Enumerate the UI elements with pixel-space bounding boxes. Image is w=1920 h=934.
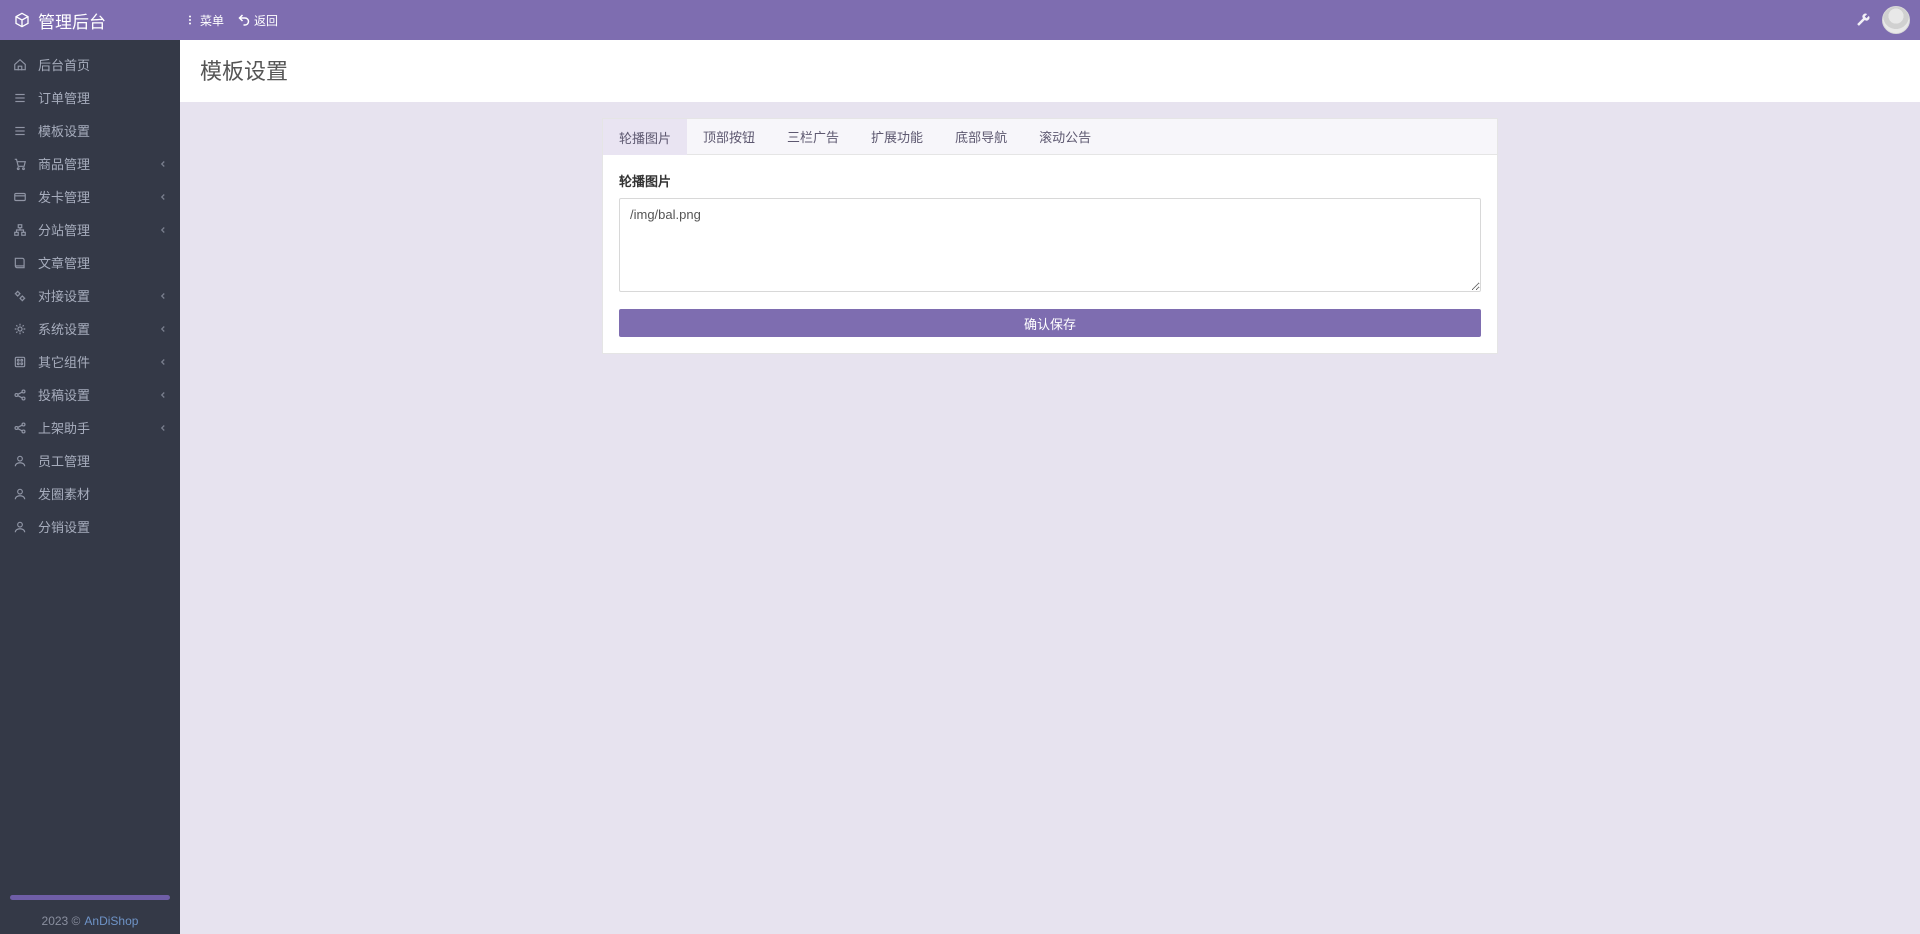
sidebar-nav: 后台首页订单管理模板设置商品管理发卡管理分站管理文章管理对接设置系统设置其它组件… (0, 40, 180, 895)
sidebar-item-label: 系统设置 (38, 319, 90, 338)
carousel-images-textarea[interactable] (619, 198, 1481, 292)
sidebar-item-5[interactable]: 分站管理 (0, 213, 180, 246)
brand[interactable]: 管理后台 (10, 8, 180, 33)
user-icon (12, 486, 28, 502)
sidebar-item-0[interactable]: 后台首页 (0, 48, 180, 81)
tab-1[interactable]: 顶部按钮 (687, 119, 771, 154)
sidebar-item-label: 商品管理 (38, 154, 90, 173)
sidebar-item-label: 发卡管理 (38, 187, 90, 206)
gears-icon (12, 288, 28, 304)
user-icon (12, 519, 28, 535)
tab-0[interactable]: 轮播图片 (603, 119, 687, 155)
chevron-left-icon (158, 423, 168, 433)
chevron-left-icon (158, 159, 168, 169)
sidebar-item-13[interactable]: 发圈素材 (0, 477, 180, 510)
list-icon (12, 123, 28, 139)
sidebar-item-label: 订单管理 (38, 88, 90, 107)
back-button[interactable]: 返回 (238, 12, 278, 29)
avatar[interactable] (1882, 6, 1910, 34)
share-icon (12, 387, 28, 403)
share-icon (12, 420, 28, 436)
sidebar-item-label: 上架助手 (38, 418, 90, 437)
page-titlebar: 模板设置 (180, 40, 1920, 102)
tab-5[interactable]: 滚动公告 (1023, 119, 1107, 154)
sidebar-item-label: 其它组件 (38, 352, 90, 371)
gear-icon (12, 321, 28, 337)
top-navbar: 管理后台 菜单 返回 (0, 0, 1920, 40)
tab-2[interactable]: 三栏广告 (771, 119, 855, 154)
plugin-icon (12, 354, 28, 370)
main: 模板设置 轮播图片顶部按钮三栏广告扩展功能底部导航滚动公告 轮播图片 确认保存 (180, 40, 1920, 934)
save-button[interactable]: 确认保存 (619, 309, 1481, 337)
chevron-left-icon (158, 291, 168, 301)
sidebar-item-label: 投稿设置 (38, 385, 90, 404)
chevron-left-icon (158, 225, 168, 235)
sidebar-item-label: 对接设置 (38, 286, 90, 305)
sidebar-item-12[interactable]: 员工管理 (0, 444, 180, 477)
sidebar-item-label: 分销设置 (38, 517, 90, 536)
sidebar-item-label: 分站管理 (38, 220, 90, 239)
sidebar-item-2[interactable]: 模板设置 (0, 114, 180, 147)
brand-title: 管理后台 (38, 8, 106, 33)
book-icon (12, 255, 28, 271)
page-title: 模板设置 (200, 54, 1900, 86)
sidebar-item-4[interactable]: 发卡管理 (0, 180, 180, 213)
sitemap-icon (12, 222, 28, 238)
footer-brand-link[interactable]: AnDiShop (84, 914, 138, 928)
sidebar: 后台首页订单管理模板设置商品管理发卡管理分站管理文章管理对接设置系统设置其它组件… (0, 40, 180, 934)
undo-icon (238, 14, 250, 26)
sidebar-item-3[interactable]: 商品管理 (0, 147, 180, 180)
sidebar-item-1[interactable]: 订单管理 (0, 81, 180, 114)
sidebar-item-11[interactable]: 上架助手 (0, 411, 180, 444)
sidebar-item-label: 员工管理 (38, 451, 90, 470)
cube-icon (14, 12, 30, 28)
sidebar-item-label: 发圈素材 (38, 484, 90, 503)
tab-4[interactable]: 底部导航 (939, 119, 1023, 154)
cart-icon (12, 156, 28, 172)
home-icon (12, 57, 28, 73)
sidebar-item-label: 后台首页 (38, 55, 90, 74)
sidebar-footer: 2023 © AnDiShop (0, 908, 180, 934)
menu-dots-icon (184, 14, 196, 26)
menu-toggle-label: 菜单 (200, 12, 224, 29)
sidebar-item-6[interactable]: 文章管理 (0, 246, 180, 279)
sidebar-item-9[interactable]: 其它组件 (0, 345, 180, 378)
panel-body: 轮播图片 确认保存 (603, 155, 1497, 353)
tab-3[interactable]: 扩展功能 (855, 119, 939, 154)
card-icon (12, 189, 28, 205)
sidebar-item-8[interactable]: 系统设置 (0, 312, 180, 345)
sidebar-item-7[interactable]: 对接设置 (0, 279, 180, 312)
list-icon (12, 90, 28, 106)
tab-bar: 轮播图片顶部按钮三栏广告扩展功能底部导航滚动公告 (603, 119, 1497, 155)
chevron-left-icon (158, 390, 168, 400)
sidebar-item-10[interactable]: 投稿设置 (0, 378, 180, 411)
footer-year: 2023 © (42, 914, 81, 928)
chevron-left-icon (158, 357, 168, 367)
sidebar-scrollbar[interactable] (10, 895, 170, 900)
chevron-left-icon (158, 324, 168, 334)
settings-panel: 轮播图片顶部按钮三栏广告扩展功能底部导航滚动公告 轮播图片 确认保存 (602, 118, 1498, 354)
sidebar-item-label: 模板设置 (38, 121, 90, 140)
sidebar-item-label: 文章管理 (38, 253, 90, 272)
wrench-icon[interactable] (1856, 13, 1870, 27)
sidebar-item-14[interactable]: 分销设置 (0, 510, 180, 543)
back-label: 返回 (254, 12, 278, 29)
content: 轮播图片顶部按钮三栏广告扩展功能底部导航滚动公告 轮播图片 确认保存 (180, 102, 1920, 370)
carousel-images-label: 轮播图片 (619, 171, 1481, 190)
menu-toggle-button[interactable]: 菜单 (184, 12, 224, 29)
chevron-left-icon (158, 192, 168, 202)
user-icon (12, 453, 28, 469)
